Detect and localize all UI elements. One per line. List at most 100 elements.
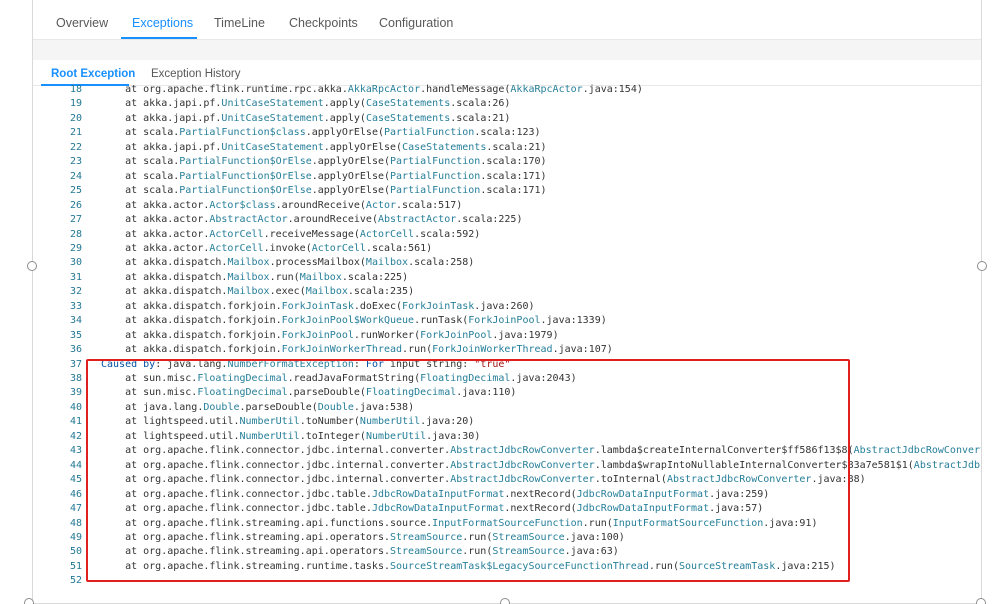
code-token: .nextRecord( (504, 488, 577, 500)
code-line: 35 at akka.dispatch.forkjoin.ForkJoinPoo… (33, 329, 559, 343)
code-token: at akka.actor. (101, 228, 210, 240)
code-token: InputFormatSourceFunction (612, 517, 764, 529)
code-token: ForkJoinPool (281, 329, 354, 341)
code-token: ForkJoinPool$WorkQueue (281, 315, 415, 327)
code-token: .scala:21) (450, 112, 511, 124)
code-token: ForkJoinTask (402, 300, 475, 312)
code-token: at sun.misc. (101, 373, 198, 384)
code-token: NumberUtil (239, 416, 300, 428)
right-resize-handle[interactable] (977, 261, 987, 271)
line-number: 42 (69, 430, 82, 442)
code-token: at akka.actor. (101, 214, 210, 226)
code-token: SourceStreamTask (678, 560, 776, 572)
line-text: at scala.PartialFunction$OrElse.applyOrE… (101, 156, 547, 168)
code-token: .scala:225) (456, 214, 523, 226)
code-line: 49 at org.apache.flink.streaming.api.ope… (33, 531, 625, 545)
tab-exceptions[interactable]: Exceptions (132, 0, 193, 40)
line-text: at scala.PartialFunction$OrElse.applyOrE… (101, 185, 546, 197)
code-token: ForkJoinWorkerThread (432, 344, 553, 356)
code-token: AbstractJdbcRowConverter (450, 474, 595, 486)
code-token: .aroundReceive( (275, 199, 366, 211)
code-line: 48 at org.apache.flink.streaming.api.fun… (33, 517, 818, 531)
code-token: .apply( (323, 98, 366, 110)
code-token: .run( (648, 560, 679, 572)
code-token: .java:91) (763, 517, 818, 529)
code-token: .nextRecord( (504, 503, 577, 515)
line-text: at akka.actor.ActorCell.receiveMessage(A… (101, 229, 480, 240)
code-token: at scala. (101, 185, 180, 197)
code-token: .scala:171) (480, 170, 547, 182)
code-token: at java.lang. (101, 401, 204, 413)
tab-configuration[interactable]: Configuration (379, 0, 453, 40)
code-token: at akka.actor. (101, 199, 210, 211)
line-text: at akka.dispatch.Mailbox.run(Mailbox.sca… (101, 272, 408, 283)
code-line: 44 at org.apache.flink.connector.jdbc.in… (33, 459, 981, 473)
code-token: .scala:170) (480, 156, 547, 168)
code-token: Mailbox (227, 271, 270, 283)
code-token: .doExec( (353, 300, 403, 312)
code-token: .applyOrElse( (323, 141, 403, 153)
tab-timeline[interactable]: TimeLine (214, 0, 265, 40)
code-token: at org.apache.flink.streaming.api.operat… (101, 546, 390, 558)
bottom-resize-handle[interactable] (500, 598, 510, 604)
code-token: .java:260) (474, 300, 535, 312)
code-token: StreamSource (492, 531, 565, 543)
code-token: PartialFunction$class (179, 127, 306, 139)
line-number: 23 (69, 156, 82, 168)
line-number: 51 (69, 560, 82, 572)
code-token: at sun.misc. (101, 387, 198, 399)
line-number: 18 (69, 84, 82, 95)
line-number: 26 (69, 199, 82, 211)
line-number: 32 (69, 286, 82, 298)
code-line: 47 at org.apache.flink.connector.jdbc.ta… (33, 502, 763, 516)
code-token: NumberUtil (365, 430, 427, 442)
tab-overview[interactable]: Overview (56, 0, 108, 40)
code-line: 38 at sun.misc.FloatingDecimal.readJavaF… (33, 372, 577, 386)
left-resize-handle[interactable] (27, 261, 37, 271)
code-token: JdbcRowDataInputFormat (576, 503, 710, 515)
section-divider (33, 40, 981, 60)
code-token: at org.apache.flink.streaming.api.operat… (101, 531, 390, 543)
code-token: CaseStatements (402, 141, 487, 153)
code-token: AkkaRpcActor (510, 84, 583, 95)
code-token: AbstractJdbcRowConverter (666, 474, 812, 486)
line-number: 50 (69, 546, 82, 558)
code-token: .readJavaFormatString( (287, 373, 421, 384)
line-text: at akka.actor.AbstractActor.aroundReceiv… (101, 214, 522, 225)
line-number: 43 (69, 445, 82, 457)
code-token: at akka.dispatch. (101, 257, 228, 269)
job-tabs: Overview Exceptions TimeLine Checkpoints… (33, 0, 981, 40)
code-token: at org.apache.flink.streaming.api.functi… (101, 517, 433, 529)
stacktrace-viewer[interactable]: 18 at org.apache.flink.runtime.rpc.akka.… (33, 82, 981, 596)
code-token: ForkJoinPool (468, 315, 541, 327)
code-token: NumberUtil (239, 430, 300, 442)
line-text: at org.apache.flink.streaming.runtime.ta… (101, 560, 835, 572)
code-token: Mailbox (305, 286, 348, 298)
code-token: .scala:225) (341, 271, 409, 283)
line-text: at akka.dispatch.Mailbox.processMailbox(… (101, 257, 474, 268)
bottom-left-resize-handle[interactable] (24, 598, 34, 604)
code-token: .scala:21) (486, 141, 547, 153)
line-text: at akka.dispatch.forkjoin.ForkJoinPool$W… (101, 315, 607, 326)
code-token: ActorCell (359, 228, 415, 240)
code-token: .parseDouble( (287, 387, 366, 399)
code-line: 29 at akka.actor.ActorCell.invoke(ActorC… (33, 242, 432, 256)
code-token: .java:1339) (540, 315, 607, 327)
code-token: .lambda$wrapIntoNullableInternalConverte… (594, 459, 914, 471)
line-number: 45 (69, 474, 82, 486)
code-token: .run( (582, 517, 613, 529)
code-line: 20 at akka.japi.pf.UnitCaseStatement.app… (33, 112, 511, 126)
code-token: JdbcRowDataInputFormat (371, 503, 505, 515)
code-token: JdbcRowDataInputFormat (576, 488, 710, 500)
tab-checkpoints[interactable]: Checkpoints (289, 0, 358, 40)
code-line: 28 at akka.actor.ActorCell.receiveMessag… (33, 228, 480, 242)
code-token: .applyOrElse( (305, 127, 384, 139)
code-token: PartialFunction$OrElse (179, 185, 312, 197)
bottom-right-resize-handle[interactable] (976, 598, 986, 604)
code-token: ActorCell (311, 242, 366, 254)
code-line: 32 at akka.dispatch.Mailbox.exec(Mailbox… (33, 285, 414, 299)
line-text: at java.lang.Double.parseDouble(Double.j… (101, 402, 414, 413)
code-token: at org.apache.flink.connector.jdbc.table… (101, 503, 372, 515)
code-line: 42 at lightspeed.util.NumberUtil.toInteg… (33, 430, 480, 444)
code-token: NumberFormatException (227, 358, 354, 370)
